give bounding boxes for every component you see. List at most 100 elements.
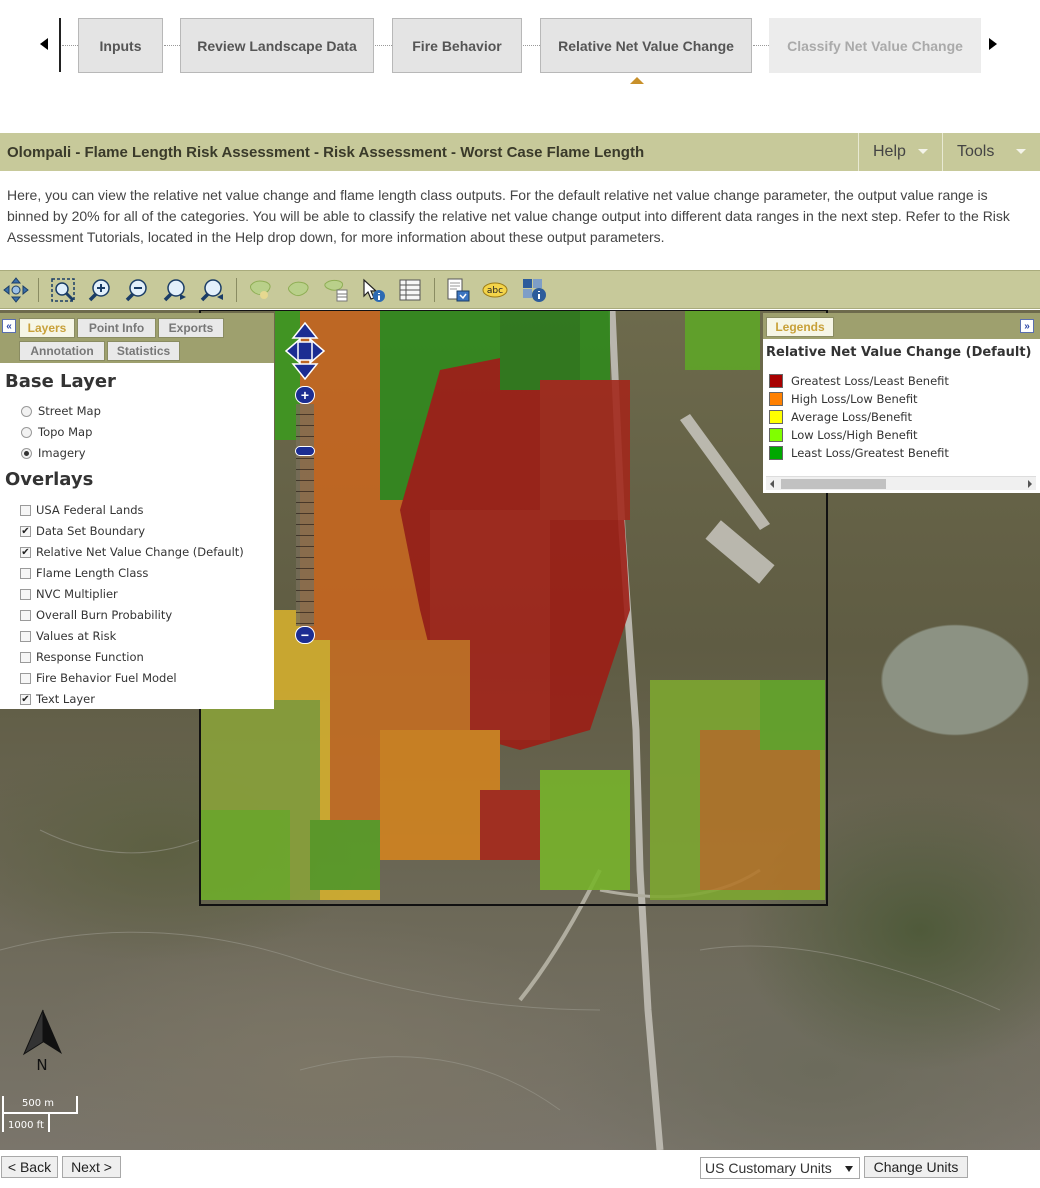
info-layers-icon[interactable]	[520, 276, 548, 304]
base-layer-street-map[interactable]: Street Map	[21, 403, 101, 419]
overlay-response-function[interactable]: Response Function	[20, 649, 144, 665]
expand-panel-icon[interactable]: »	[1020, 319, 1034, 333]
legend-swatch	[769, 374, 783, 388]
overlay-fire-behavior-fuel-model[interactable]: Fire Behavior Fuel Model	[20, 670, 177, 686]
checkbox[interactable]	[20, 567, 31, 579]
tab-layers[interactable]: Layers	[19, 318, 75, 338]
help-menu-button[interactable]: Help	[858, 133, 942, 171]
text-label-icon[interactable]: abc	[481, 276, 509, 304]
wizard-divider	[59, 18, 61, 72]
overlay-values-at-risk[interactable]: Values at Risk	[20, 628, 116, 644]
base-layer-label: Topo Map	[38, 425, 93, 439]
scroll-left-icon[interactable]	[770, 480, 774, 488]
scroll-right-icon[interactable]	[1028, 480, 1032, 488]
checkbox[interactable]	[20, 588, 31, 600]
radio-button[interactable]	[21, 405, 32, 417]
radio-button-selected[interactable]	[21, 447, 32, 459]
checkbox[interactable]	[20, 609, 31, 621]
attribute-table-icon[interactable]	[396, 276, 424, 304]
select-feature-icon[interactable]	[247, 276, 275, 304]
legend-tabbar: Legends »	[763, 313, 1040, 339]
toolbar-separator	[236, 278, 237, 302]
scrollbar-thumb[interactable]	[781, 479, 886, 489]
select-area-icon[interactable]	[285, 276, 313, 304]
overlay-label: Values at Risk	[36, 629, 117, 643]
zoom-out-button[interactable]: −	[295, 626, 315, 644]
zoom-extent-icon[interactable]	[49, 276, 77, 304]
help-menu-label: Help	[873, 143, 906, 160]
checkbox[interactable]	[20, 630, 31, 642]
tab-point-info[interactable]: Point Info	[77, 318, 156, 338]
base-layer-label: Imagery	[38, 446, 86, 460]
overlay-overall-burn-probability[interactable]: Overall Burn Probability	[20, 607, 172, 623]
pan-control-icon[interactable]	[285, 322, 325, 380]
tab-exports[interactable]: Exports	[158, 318, 224, 338]
wizard-connector	[753, 45, 769, 46]
legend-panel: Legends » Relative Net Value Change (Def…	[763, 313, 1040, 493]
overlays-heading: Overlays	[5, 469, 94, 490]
overlay-nvc-multiplier[interactable]: NVC Multiplier	[20, 586, 118, 602]
checkbox-checked[interactable]: ✔	[20, 693, 31, 705]
checkbox-checked[interactable]: ✔	[20, 525, 31, 537]
page-title: Olompali - Flame Length Risk Assessment …	[7, 144, 645, 161]
checkbox-checked[interactable]: ✔	[20, 546, 31, 558]
legend-swatch	[769, 410, 783, 424]
tools-menu-button[interactable]: Tools	[942, 133, 1040, 171]
wizard-step-fire-behavior[interactable]: Fire Behavior	[392, 18, 522, 73]
wizard-prev-arrow-icon[interactable]	[40, 38, 48, 50]
chevron-down-icon	[1016, 149, 1026, 154]
zoom-in-button[interactable]: +	[295, 386, 315, 404]
radio-button[interactable]	[21, 426, 32, 438]
overlay-label: USA Federal Lands	[36, 503, 144, 517]
zoom-previous-icon[interactable]	[161, 276, 189, 304]
overlay-label: Relative Net Value Change (Default)	[36, 545, 244, 559]
overlay-usa-federal-lands[interactable]: USA Federal Lands	[20, 502, 144, 518]
overlay-flame-length-class[interactable]: Flame Length Class	[20, 565, 148, 581]
change-units-button[interactable]: Change Units	[864, 1156, 968, 1178]
base-layer-imagery[interactable]: Imagery	[21, 445, 86, 461]
svg-text:abc: abc	[487, 286, 503, 296]
units-select-value: US Customary Units	[705, 1160, 832, 1176]
tab-legends[interactable]: Legends	[766, 317, 834, 337]
base-layer-topo-map[interactable]: Topo Map	[21, 424, 92, 440]
legend-item: Least Loss/Greatest Benefit	[769, 445, 949, 461]
wizard-step-inputs[interactable]: Inputs	[78, 18, 163, 73]
legend-horizontal-scrollbar[interactable]	[766, 476, 1036, 490]
zoom-out-icon[interactable]	[123, 276, 151, 304]
back-button[interactable]: < Back	[1, 1156, 58, 1178]
tab-statistics[interactable]: Statistics	[107, 341, 180, 361]
checkbox[interactable]	[20, 651, 31, 663]
next-button[interactable]: Next >	[62, 1156, 121, 1178]
overlay-data-set-boundary[interactable]: ✔ Data Set Boundary	[20, 523, 145, 539]
zoom-slider-handle[interactable]	[295, 446, 315, 456]
scale-metric-label: 500 m	[22, 1098, 55, 1109]
overlay-text-layer[interactable]: ✔ Text Layer	[20, 691, 95, 707]
active-step-caret-icon	[630, 77, 644, 84]
select-table-icon[interactable]	[322, 276, 350, 304]
scale-bar: 500 m 1000 ft	[2, 1096, 92, 1136]
wizard-next-arrow-icon[interactable]	[989, 38, 997, 50]
legend-item: Greatest Loss/Least Benefit	[769, 373, 949, 389]
wizard-connector	[62, 45, 78, 46]
overlay-relative-net-value-change[interactable]: ✔ Relative Net Value Change (Default)	[20, 544, 244, 560]
zoom-in-icon[interactable]	[86, 276, 114, 304]
units-select[interactable]: US Customary Units	[700, 1157, 860, 1179]
zoom-next-icon[interactable]	[198, 276, 226, 304]
checkbox[interactable]	[20, 672, 31, 684]
legend-item-label: Greatest Loss/Least Benefit	[791, 374, 949, 388]
collapse-panel-icon[interactable]: «	[2, 319, 16, 333]
overlay-label: Flame Length Class	[36, 566, 149, 580]
print-icon[interactable]	[444, 276, 472, 304]
identify-icon[interactable]	[359, 276, 387, 304]
wizard-step-relative-net-value-change[interactable]: Relative Net Value Change	[540, 18, 752, 73]
zoom-slider[interactable]: + −	[295, 386, 315, 644]
overlay-label: Overall Burn Probability	[36, 608, 173, 622]
checkbox[interactable]	[20, 504, 31, 516]
legend-item-label: Least Loss/Greatest Benefit	[791, 446, 949, 460]
pan-icon[interactable]	[2, 276, 30, 304]
map-view[interactable]: + − « Layers Point Info Exports Annotati…	[0, 310, 1040, 1150]
tab-annotation[interactable]: Annotation	[19, 341, 105, 361]
wizard-step-review-landscape-data[interactable]: Review Landscape Data	[180, 18, 374, 73]
zoom-track[interactable]	[296, 404, 314, 626]
north-label: N	[36, 1056, 47, 1074]
